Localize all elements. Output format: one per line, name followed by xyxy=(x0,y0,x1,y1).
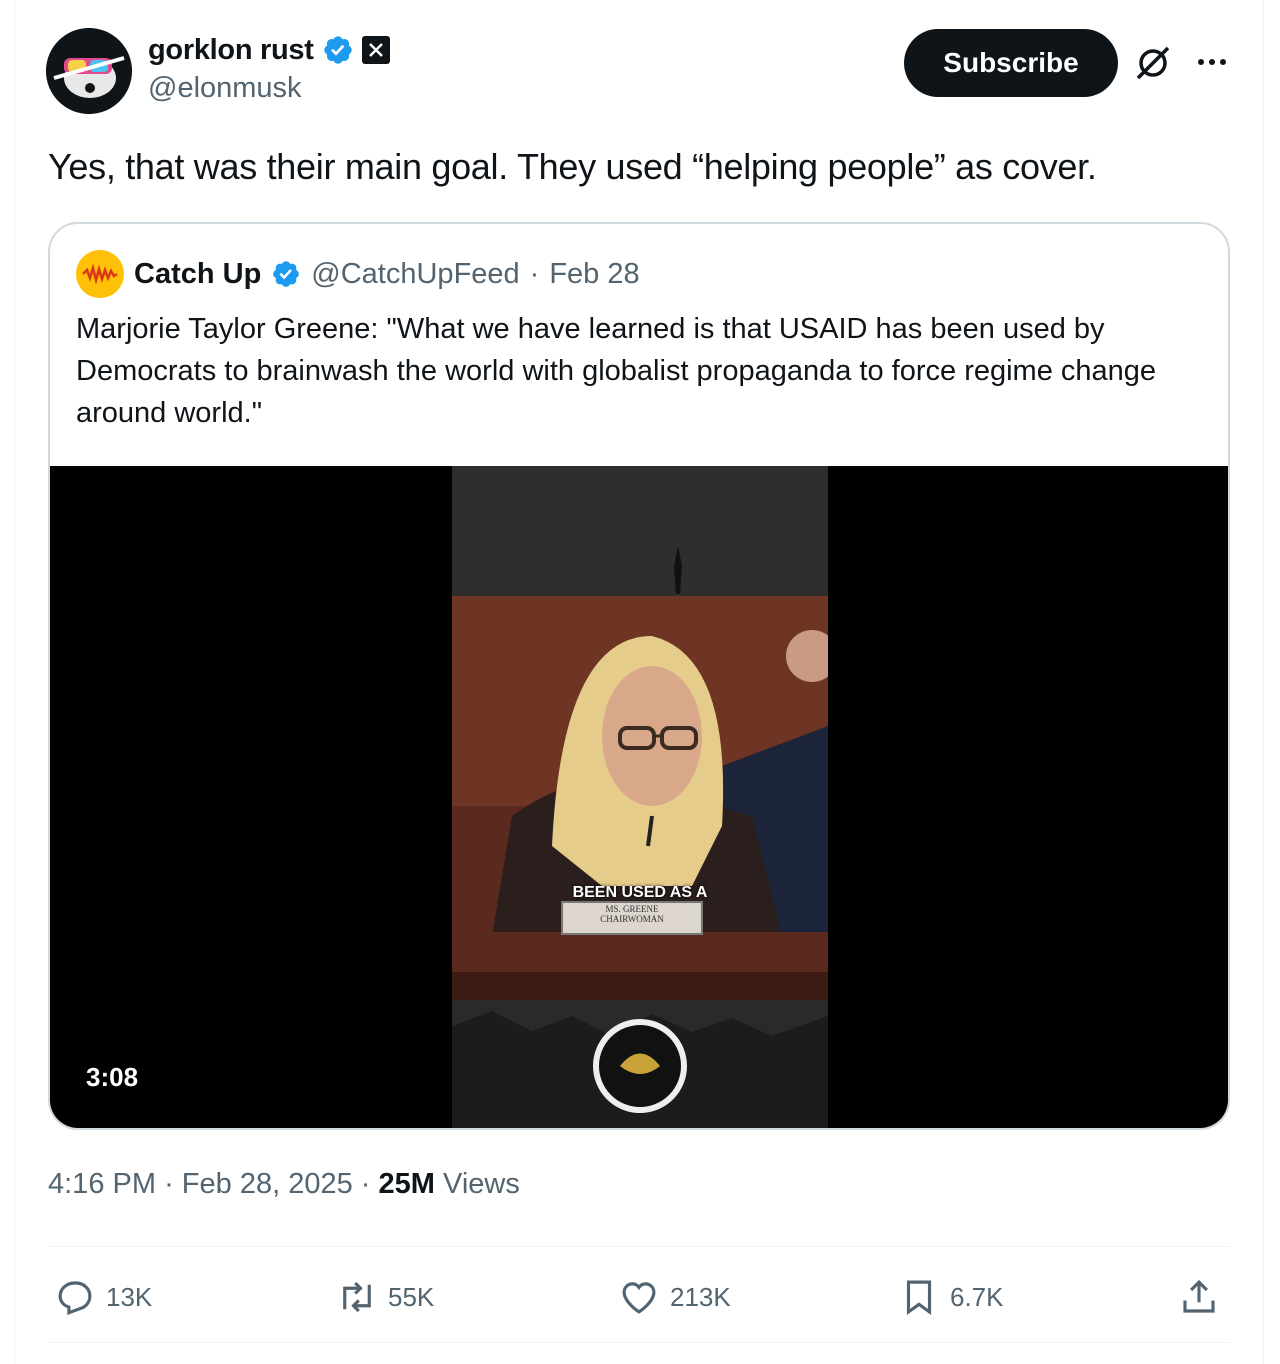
author-avatar[interactable] xyxy=(46,28,132,114)
quote-date[interactable]: Feb 28 xyxy=(549,258,639,291)
share-icon xyxy=(1183,1279,1215,1313)
verified-badge-icon[interactable] xyxy=(322,34,354,66)
grok-icon[interactable] xyxy=(1132,42,1174,84)
meta-separator: · xyxy=(360,1168,371,1200)
like-button[interactable]: 213K xyxy=(618,1270,731,1324)
quote-handle[interactable]: @CatchUpFeed xyxy=(311,258,519,291)
divider xyxy=(48,1246,1230,1247)
dot xyxy=(1220,59,1226,65)
affiliation-x-icon[interactable] xyxy=(361,36,390,64)
nameplate-line1: MS. GREENE xyxy=(605,904,659,914)
repost-count: 55K xyxy=(388,1281,435,1312)
bookmark-button[interactable]: 6.7K xyxy=(898,1270,1004,1324)
bookmark-icon xyxy=(906,1280,932,1315)
quote-display-name[interactable]: Catch Up xyxy=(134,258,261,291)
post-date[interactable]: Feb 28, 2025 xyxy=(182,1168,353,1200)
quote-header: Catch Up @CatchUpFeed · Feb 28 xyxy=(76,250,640,298)
share-button[interactable] xyxy=(1178,1270,1220,1324)
dot xyxy=(1198,59,1204,65)
heart-icon xyxy=(622,1282,656,1314)
x-logo-icon xyxy=(368,43,383,57)
like-count: 213K xyxy=(670,1281,731,1312)
video-duration: 3:08 xyxy=(86,1062,139,1092)
post-time[interactable]: 4:16 PM xyxy=(48,1168,156,1200)
more-options-icon[interactable] xyxy=(1192,44,1232,80)
views-label: Views xyxy=(443,1168,520,1200)
reply-button[interactable]: 13K xyxy=(54,1270,152,1324)
meta-separator: · xyxy=(164,1168,174,1200)
quote-separator: · xyxy=(529,257,540,290)
author-handle[interactable]: @elonmusk xyxy=(148,72,302,105)
video-frame-image xyxy=(452,466,828,1128)
repost-icon xyxy=(343,1281,371,1313)
quote-text: Marjorie Taylor Greene: "What we have le… xyxy=(76,313,1157,429)
author-name-row: gorklon rust xyxy=(148,30,390,70)
divider xyxy=(48,1342,1230,1343)
post-meta: 4:16 PM · Feb 28, 2025 · 25M Views xyxy=(48,1168,520,1201)
nameplate-line2: CHAIRWOMAN xyxy=(600,914,664,924)
tweet-text: Yes, that was their main goal. They used… xyxy=(48,146,1097,187)
reply-icon xyxy=(58,1281,92,1316)
quote-avatar[interactable] xyxy=(76,250,124,298)
views-count: 25M xyxy=(378,1168,435,1200)
video-player[interactable]: BEEN USED AS A MS. GREENE CHAIRWOMAN 3:0… xyxy=(50,466,1228,1128)
verified-badge-icon[interactable] xyxy=(271,259,301,289)
subscribe-button[interactable]: Subscribe xyxy=(904,29,1118,97)
bookmark-count: 6.7K xyxy=(950,1281,1004,1312)
author-display-name[interactable]: gorklon rust xyxy=(148,34,314,67)
quoted-tweet[interactable]: Catch Up @CatchUpFeed · Feb 28 Marjorie … xyxy=(48,222,1230,1130)
repost-button[interactable]: 55K xyxy=(336,1270,434,1324)
reply-count: 13K xyxy=(106,1281,153,1312)
nameplate: MS. GREENE CHAIRWOMAN xyxy=(562,904,702,924)
video-caption: BEEN USED AS A xyxy=(572,884,708,901)
waveform-logo-icon xyxy=(82,263,118,285)
dot xyxy=(1209,59,1215,65)
avatar-image xyxy=(46,28,132,114)
